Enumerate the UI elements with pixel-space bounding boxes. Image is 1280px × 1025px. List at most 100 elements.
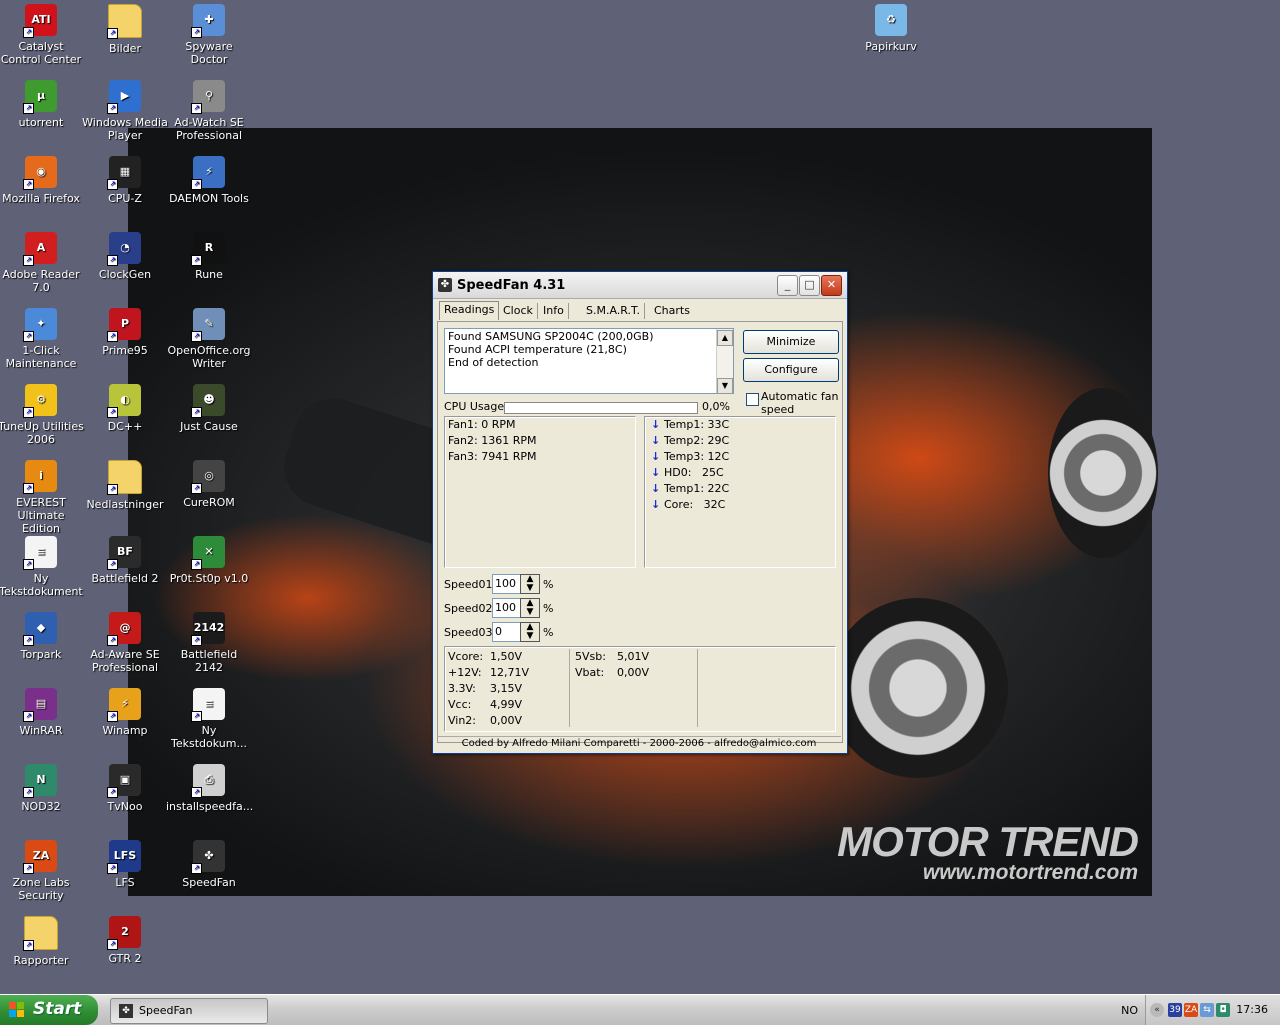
scroll-down-icon[interactable]: ▼ (717, 378, 733, 394)
desktop-icon-label: CPU-Z (108, 192, 142, 205)
desktop-icon[interactable]: @ ↗ Ad-Aware SE Professional (82, 612, 168, 674)
arrow-down-icon: ↓ (651, 450, 661, 463)
desktop-icon[interactable]: P ↗ Prime95 (82, 308, 168, 357)
speed03-input[interactable]: 0 (492, 622, 522, 642)
speed02-spinner[interactable]: ▲ ▼ (520, 598, 540, 618)
desktop-icon[interactable]: ◔ ↗ ClockGen (82, 232, 168, 281)
desktop-icon[interactable]: ≡ ↗ Ny Tekstdokument (0, 536, 84, 598)
desktop-icon[interactable]: ✤ ↗ SpeedFan (166, 840, 252, 889)
checkbox-box[interactable] (746, 393, 759, 406)
close-window-button[interactable]: ✕ (821, 275, 842, 296)
tray-security-icon[interactable]: ◘ (1216, 1003, 1230, 1017)
speed03-spinner[interactable]: ▲ ▼ (520, 622, 540, 642)
desktop-icon[interactable]: ✦ ↗ 1-Click Maintenance (0, 308, 84, 370)
start-button[interactable]: Start (0, 995, 98, 1025)
desktop-icon-label: GTR 2 (108, 952, 142, 965)
desktop-icon[interactable]: BF ↗ Battlefield 2 (82, 536, 168, 585)
desktop-icon[interactable]: ⚙ ↗ TuneUp Utilities 2006 (0, 384, 84, 446)
shortcut-arrow-icon: ↗ (107, 255, 118, 266)
speedfan-app-icon: ✤ (438, 278, 452, 292)
desktop-icon[interactable]: R ↗ Rune (166, 232, 252, 281)
desktop-icon[interactable]: ⚲ ↗ Ad-Watch SE Professional (166, 80, 252, 142)
desktop-icon[interactable]: ✕ ↗ Pr0t.St0p v1.0 (166, 536, 252, 585)
voltage-value: 4,99V (490, 698, 523, 711)
minimize-button[interactable]: Minimize (743, 330, 839, 354)
desktop-icon[interactable]: 2142 ↗ Battlefield 2142 (166, 612, 252, 674)
shortcut-arrow-icon: ↗ (23, 635, 34, 646)
configure-button[interactable]: Configure (743, 358, 839, 382)
speed02-input[interactable]: 100 (492, 598, 522, 618)
log-scrollbar[interactable]: ▲ ▼ (716, 329, 733, 394)
desktop-icon[interactable]: ▶ ↗ Windows Media Player (82, 80, 168, 142)
tab-smart[interactable]: S.M.A.R.T. (582, 303, 645, 319)
voltage-reading: Vin2: 0,00V (448, 713, 529, 729)
desktop-icon[interactable]: ◆ ↗ Torpark (0, 612, 84, 661)
dcpp-icon: ◐ ↗ (107, 384, 141, 418)
voltage-reading: Vbat: 0,00V (575, 665, 649, 681)
tray-zonealarm-icon[interactable]: ZA (1184, 1003, 1198, 1017)
scroll-up-icon[interactable]: ▲ (717, 330, 733, 346)
speed-label: Speed03: (444, 626, 497, 639)
desktop-icon[interactable]: ♻ Papirkurv (848, 4, 934, 53)
everest-icon: i ↗ (23, 460, 57, 494)
desktop-icon[interactable]: i ↗ EVEREST Ultimate Edition (0, 460, 84, 535)
desktop-icon[interactable]: ◐ ↗ DC++ (82, 384, 168, 433)
temp-label: Temp1: (664, 482, 705, 495)
desktop-icon[interactable]: ◉ ↗ Mozilla Firefox (0, 156, 84, 205)
desktop-icon[interactable]: ≡ ↗ Ny Tekstdokum... (166, 688, 252, 750)
language-indicator[interactable]: NO (1121, 1004, 1138, 1017)
desktop-icon[interactable]: ✚ ↗ Spyware Doctor (166, 4, 252, 66)
desktop-icon-label: Spyware Doctor (185, 40, 233, 66)
tab-readings[interactable]: Readings (439, 301, 500, 320)
automatic-fan-speed-checkbox[interactable]: Automatic fan speed (744, 390, 840, 416)
desktop-icon[interactable]: ↗ Nedlastninger (82, 460, 168, 511)
speed01-spinner[interactable]: ▲ ▼ (520, 574, 540, 594)
speed01-input[interactable]: 100 (492, 574, 522, 594)
title-bar[interactable]: ✤ SpeedFan 4.31 _ □ ✕ (433, 272, 847, 299)
desktop-icon[interactable]: ATI ↗ Catalyst Control Center (0, 4, 84, 66)
desktop-icon[interactable]: ✎ ↗ OpenOffice.org Writer (166, 308, 252, 370)
maximize-window-button[interactable]: □ (799, 275, 820, 296)
desktop-icon-label: EVEREST Ultimate Edition (16, 496, 66, 535)
desktop-icon-label: Rune (195, 268, 223, 281)
ati-icon: ATI ↗ (23, 4, 57, 38)
tray-speedfan-icon[interactable]: 39 (1168, 1003, 1182, 1017)
detection-log[interactable]: Found SAMSUNG SP2004C (200,0GB) Found AC… (444, 328, 734, 394)
temp-value: 29C (707, 434, 730, 447)
desktop-icon[interactable]: ⎙ ↗ installspeedfa... (166, 764, 253, 813)
clockgen-icon: ◔ ↗ (107, 232, 141, 266)
desktop-icon[interactable]: A ↗ Adobe Reader 7.0 (0, 232, 84, 294)
minimize-window-button[interactable]: _ (777, 275, 798, 296)
voltage-label: Vin2: (448, 714, 477, 727)
desktop-icon[interactable]: ▦ ↗ CPU-Z (82, 156, 168, 205)
voltage-divider (569, 649, 570, 727)
desktop-icon[interactable]: LFS ↗ LFS (82, 840, 168, 889)
voltage-reading: Vcc: 4,99V (448, 697, 529, 713)
desktop-icon[interactable]: ☻ ↗ Just Cause (166, 384, 252, 433)
desktop-icon[interactable]: N ↗ NOD32 (0, 764, 84, 813)
desktop-icon-label: Zone Labs Security (12, 876, 70, 902)
tab-clock[interactable]: Clock (499, 303, 538, 319)
tab-charts[interactable]: Charts (650, 303, 694, 319)
clock[interactable]: 17:36 (1236, 1003, 1268, 1016)
desktop-icon[interactable]: ⚡ ↗ DAEMON Tools (166, 156, 252, 205)
desktop-icon[interactable]: ▤ ↗ WinRAR (0, 688, 84, 737)
tab-info[interactable]: Info (539, 303, 569, 319)
desktop-icon[interactable]: ▣ ↗ TvNoo (82, 764, 168, 813)
desktop-icon[interactable]: 2 ↗ GTR 2 (82, 916, 168, 965)
desktop-icon[interactable]: ↗ Bilder (82, 4, 168, 55)
shortcut-arrow-icon: ↗ (23, 407, 34, 418)
status-bar: Coded by Alfredo Milani Comparetti - 200… (437, 736, 841, 751)
desktop-icon[interactable]: ↗ Rapporter (0, 916, 84, 967)
desktop-icon-label: Windows Media Player (82, 116, 168, 142)
tray-network-icon[interactable]: ⇆ (1200, 1003, 1214, 1017)
desktop-icon[interactable]: ZA ↗ Zone Labs Security (0, 840, 84, 902)
torpark-icon: ◆ ↗ (23, 612, 57, 646)
tray-expand-icon[interactable]: « (1150, 1003, 1164, 1017)
desktop-icon[interactable]: µ ↗ utorrent (0, 80, 84, 129)
speedfan-window[interactable]: ✤ SpeedFan 4.31 _ □ ✕ Readings Clock Inf… (432, 271, 848, 754)
desktop-icon[interactable]: ◎ ↗ CureROM (166, 460, 252, 509)
desktop-icon[interactable]: ⚡ ↗ Winamp (82, 688, 168, 737)
spyware-doctor-icon: ✚ ↗ (191, 4, 225, 38)
taskbar-item-speedfan[interactable]: ✤ SpeedFan (110, 998, 268, 1024)
